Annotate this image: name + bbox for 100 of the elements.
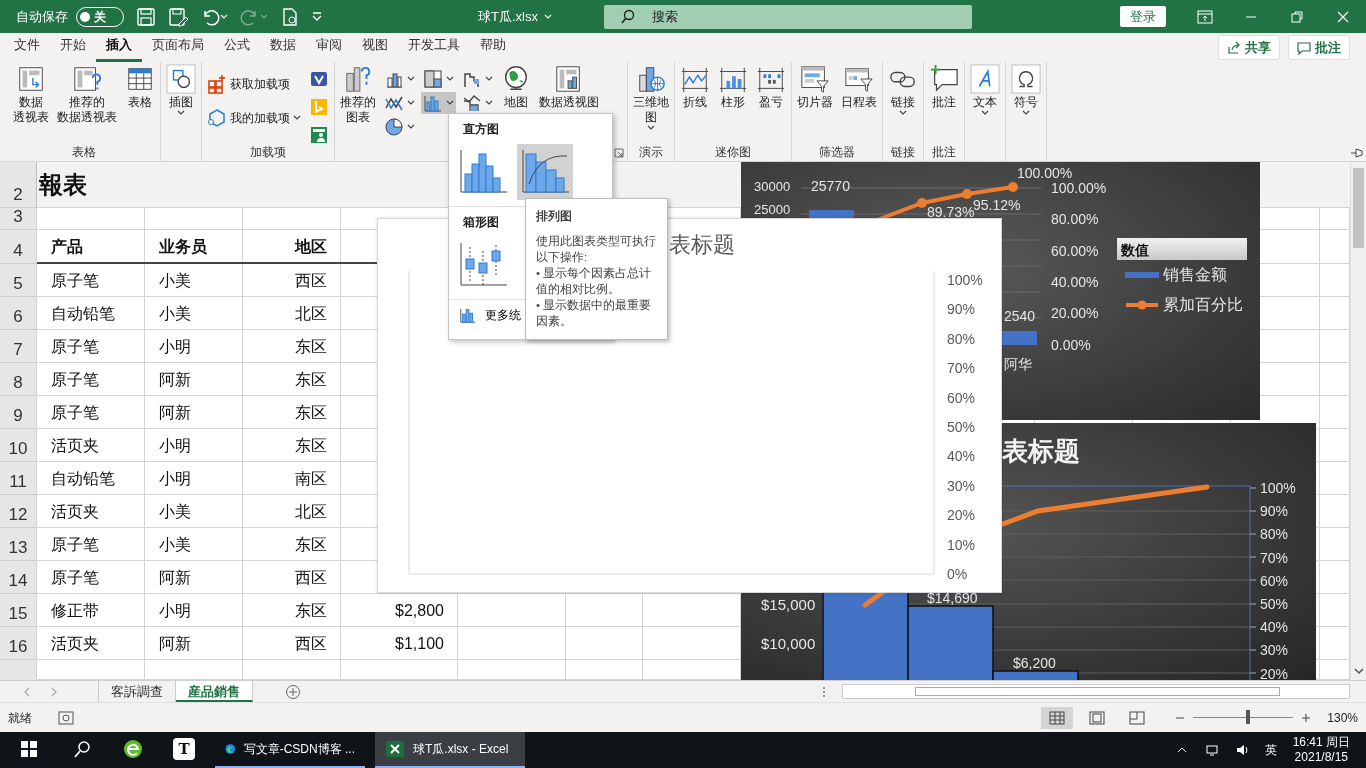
ribbon-button[interactable]: 日程表 [839, 64, 879, 110]
search-field[interactable]: 搜索 [603, 4, 972, 29]
ribbon-button[interactable]: 三维地 图 [631, 64, 671, 131]
row-header: 5 [0, 264, 37, 297]
row-header: 13 [0, 528, 37, 561]
table-cell-text: 西区 [294, 270, 328, 291]
tooltip-text: 使用此图表类型可执行以下操作: [536, 234, 657, 265]
ribbon-tab[interactable]: 帮助 [470, 31, 516, 62]
ribbon-button[interactable]: 文本 [968, 64, 1002, 116]
sign-in-button[interactable]: 登录 [1120, 5, 1166, 28]
clock-time: 16:41 周日 [1292, 735, 1350, 750]
axis-label: 40% [947, 449, 976, 464]
table-cell-text: 原子笔 [50, 567, 100, 588]
ribbon-button[interactable]: 推荐的 数据透视表 [55, 64, 119, 125]
section-heading: 直方图 [463, 122, 499, 136]
ribbon-button[interactable]: 折线 [678, 64, 712, 110]
ribbon-button[interactable]: 地图 [499, 64, 533, 110]
chart-title: 表标题 [669, 234, 735, 256]
row-header: 12 [0, 495, 37, 528]
row-header: 16 [0, 627, 37, 660]
group-label: 批注 [931, 144, 957, 161]
table-cell-text: 原子笔 [50, 270, 100, 291]
table-cell-text: 小明 [158, 336, 192, 357]
tooltip-title: 排列图 [536, 208, 573, 225]
row-header: 7 [0, 330, 37, 363]
column-heading: 地区 [293, 237, 328, 257]
group-label: 筛选器 [818, 144, 856, 161]
ribbon-button[interactable]: 插图 [164, 64, 198, 116]
zoom-level: 130% [1327, 709, 1358, 727]
column-heading: 产品 [50, 237, 84, 257]
data-label: 2540 [1004, 309, 1036, 323]
ribbon-button[interactable]: 数据透视图 [537, 64, 601, 110]
data-label: $6,200 [1013, 656, 1056, 670]
axis-label: 20.00% [1051, 306, 1099, 321]
table-cell-text: 西区 [294, 633, 328, 654]
ribbon-tab[interactable]: 审阅 [306, 31, 352, 62]
group-label: 链接 [890, 144, 916, 161]
file-name-menu[interactable]: 球T瓜.xlsx [474, 6, 556, 27]
table-cell-text: 阿新 [158, 633, 192, 654]
ribbon-button[interactable]: 表格 [123, 64, 157, 110]
table-cell-text: 活页夹 [50, 435, 100, 456]
taskbar-button[interactable]: T [163, 732, 205, 768]
table-cell-text: 原子笔 [50, 402, 100, 423]
ribbon-button[interactable]: 链接 [886, 64, 920, 116]
ribbon-tab[interactable]: 页面布局 [142, 31, 214, 62]
ribbon-tab[interactable]: 数据 [260, 31, 306, 62]
ribbon-button[interactable]: 盈亏 [754, 64, 788, 110]
ribbon-button[interactable]: 获取加载项 [205, 68, 303, 100]
axis-label: 50% [947, 420, 976, 434]
ribbon-button[interactable]: 我的加载项 [205, 102, 303, 134]
row-header: 6 [0, 297, 37, 330]
ribbon-button[interactable]: 柱形 [716, 64, 750, 110]
table-cell-text: 东区 [294, 435, 328, 456]
taskbar-button[interactable]: 球T瓜.xlsx - Excel [375, 732, 525, 768]
share-button[interactable]: 共享 [1218, 34, 1280, 61]
ribbon-tab[interactable]: 视图 [352, 31, 398, 62]
axis-label: 70% [947, 361, 976, 376]
tooltip-text: • 显示每个因素占总计值的相对比例。 [536, 266, 653, 297]
legend-label: 累加百分比 [1163, 297, 1243, 313]
ribbon-button[interactable]: 批注 [927, 64, 961, 110]
axis-label: 70% [1260, 550, 1289, 565]
group-label: 迷你图 [714, 144, 752, 161]
axis-label: 80% [947, 331, 976, 346]
table-cell-text: $1,100 [394, 633, 445, 654]
axis-label: 30% [947, 478, 976, 493]
data-label: $14,690 [927, 591, 978, 605]
ribbon-tab[interactable]: 文件 [4, 31, 50, 62]
ribbon-tab[interactable]: 公式 [214, 31, 260, 62]
status-text: 就绪 [8, 709, 32, 727]
row-header: 4 [0, 230, 37, 264]
ribbon-button[interactable]: 推荐的 图表 [338, 64, 378, 125]
ribbon-button[interactable]: 符号 [1009, 64, 1043, 116]
ribbon-tab[interactable]: 开始 [50, 31, 96, 62]
table-cell-text: 小美 [158, 303, 192, 324]
section-heading: 箱形图 [463, 215, 499, 229]
table-cell-text: 活页夹 [50, 633, 100, 654]
table-cell-text: 东区 [294, 534, 328, 555]
table-cell-text: 北区 [294, 303, 328, 324]
chart-title: 表标题 [1002, 438, 1080, 464]
ribbon-tab[interactable]: 开发工具 [398, 31, 470, 62]
axis-label: 10% [947, 537, 976, 552]
axis-label: 40% [1260, 620, 1289, 635]
table-cell-text: 北区 [294, 501, 328, 522]
table-cell-text: 西区 [294, 567, 328, 588]
taskbar-button[interactable]: 写文章-CSDN博客 ... [215, 732, 365, 768]
autosave-label: 自动保存 [16, 7, 68, 26]
table-cell-text: 原子笔 [50, 369, 100, 390]
axis-label: 0.00% [1051, 337, 1091, 352]
ribbon-button[interactable]: 数据 透视表 [11, 64, 51, 125]
table-cell-text: 东区 [294, 402, 328, 423]
sheet-tab[interactable]: 産品銷售 [176, 681, 253, 702]
table-cell-text: $2,800 [394, 600, 445, 621]
table-cell-text: 东区 [294, 600, 328, 621]
legend-label: 销售金额 [1163, 267, 1227, 283]
axis-label: $15,000 [761, 596, 816, 612]
table-cell-text: 自动铅笔 [50, 303, 116, 324]
row-header: 14 [0, 561, 37, 594]
comments-button[interactable]: 批注 [1288, 34, 1350, 61]
input-method[interactable]: 英 [1264, 741, 1277, 759]
ribbon-button[interactable]: 切片器 [795, 64, 835, 110]
